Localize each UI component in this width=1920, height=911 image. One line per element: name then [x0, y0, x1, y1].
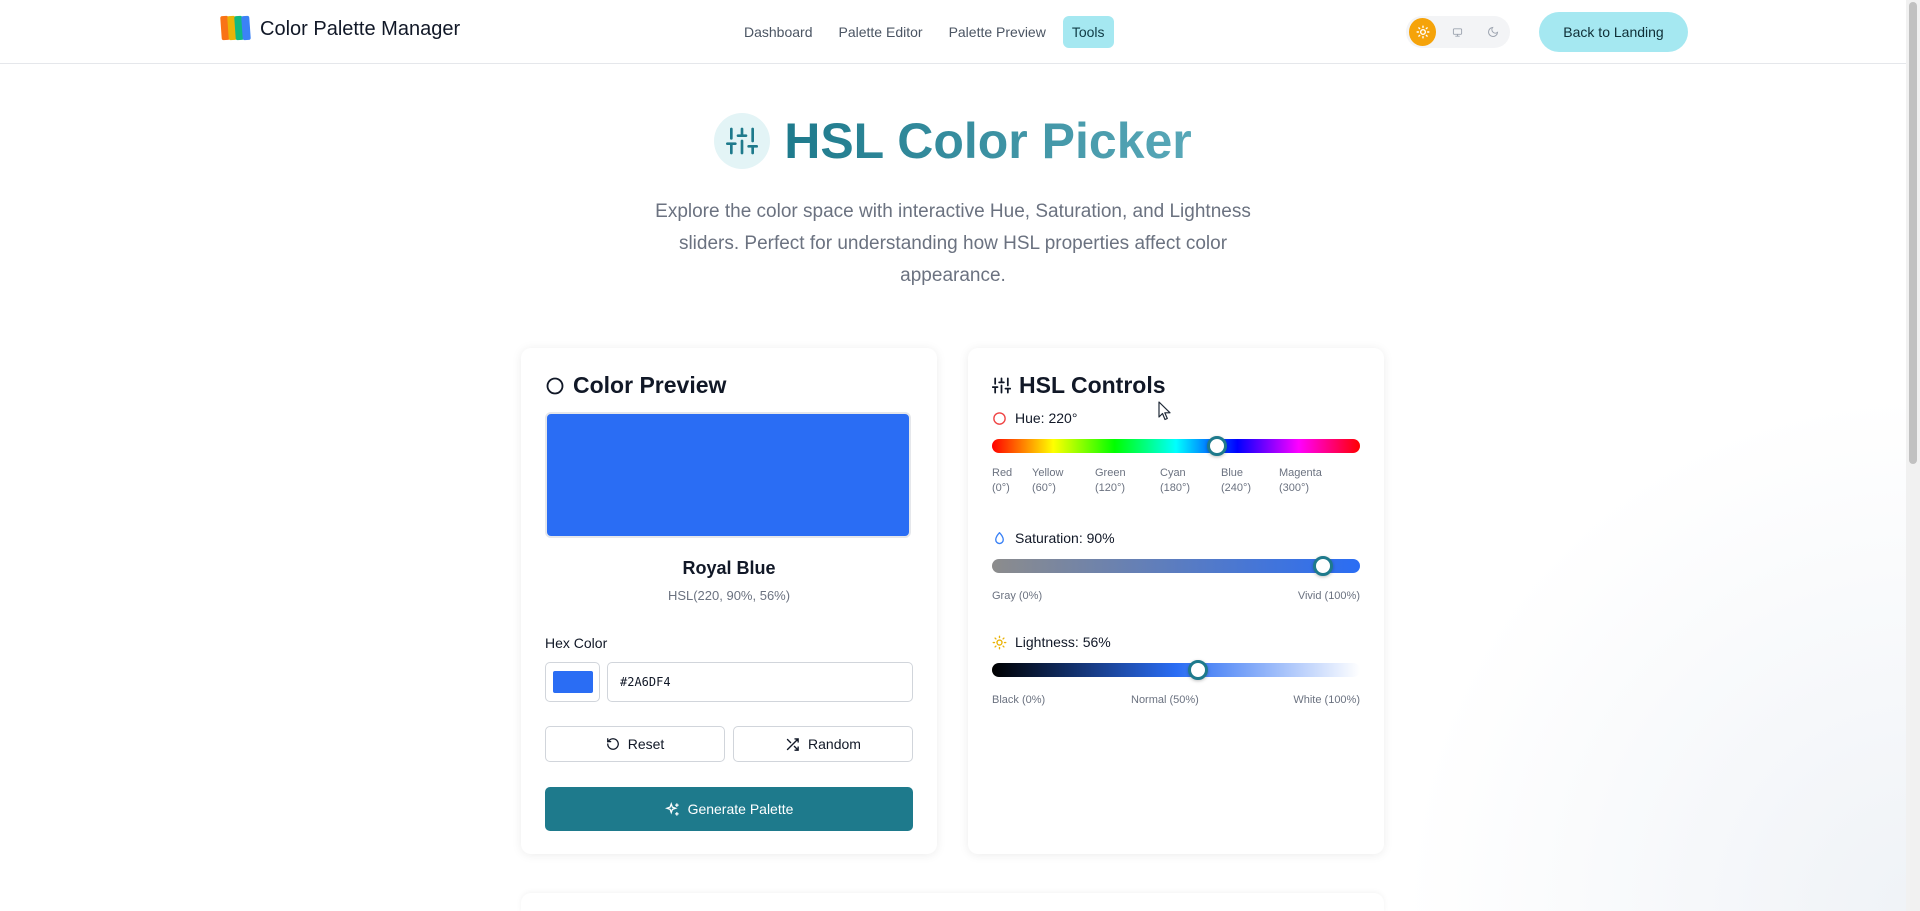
next-section-card	[521, 893, 1384, 911]
nav-tools[interactable]: Tools	[1062, 16, 1114, 48]
saturation-label-row: Saturation: 90%	[992, 530, 1115, 546]
lightness-slider-thumb[interactable]	[1188, 660, 1209, 680]
main-nav: Dashboard Palette Editor Palette Preview…	[735, 16, 1114, 48]
sliders-icon	[714, 113, 771, 169]
page-scrollbar[interactable]	[1906, 0, 1920, 911]
random-button[interactable]: Random	[733, 726, 913, 762]
theme-toggle	[1406, 16, 1510, 48]
palette-logo-icon	[220, 14, 252, 44]
nav-palette-editor[interactable]: Palette Editor	[830, 16, 932, 48]
hue-label-row: Hue: 220°	[992, 410, 1077, 426]
hex-input[interactable]	[607, 662, 913, 702]
hue-mark-magenta: Magenta (300°)	[1279, 467, 1322, 494]
color-preview-title: Color Preview	[573, 372, 727, 398]
generate-palette-label: Generate Palette	[687, 801, 794, 817]
nav-palette-preview[interactable]: Palette Preview	[940, 16, 1055, 48]
page-title: HSL Color Picker	[784, 113, 1192, 169]
lightness-label: Lightness: 56%	[1015, 634, 1111, 650]
random-label: Random	[808, 736, 861, 752]
color-hsl-value: HSL(220, 90%, 56%)	[667, 588, 791, 603]
dark-theme-button[interactable]	[1480, 18, 1507, 46]
generate-palette-button[interactable]: Generate Palette	[545, 787, 913, 831]
hsl-controls-title: HSL Controls	[1019, 372, 1166, 398]
hue-scale-marks: Red (0°) Yellow (60°) Green (120°) Cyan (180…	[992, 466, 1360, 498]
hue-mark-red: Red (0°)	[992, 467, 1013, 494]
back-to-landing-button[interactable]: Back to Landing	[1539, 12, 1688, 52]
saturation-slider-thumb[interactable]	[1313, 556, 1334, 576]
lightness-mid-label: Normal (50%)	[1131, 694, 1199, 706]
shuffle-icon	[786, 737, 799, 751]
page-subtitle: Explore the color space with interactive…	[655, 201, 1251, 286]
color-swatch	[545, 412, 911, 538]
saturation-label: Saturation: 90%	[1015, 530, 1115, 546]
hue-slider-thumb[interactable]	[1206, 436, 1227, 456]
rotate-ccw-icon	[606, 738, 619, 750]
saturation-slider[interactable]	[992, 556, 1360, 576]
scrollbar-thumb[interactable]	[1909, 2, 1917, 464]
mouse-cursor-icon	[1158, 401, 1171, 421]
brand[interactable]: Color Palette Manager	[220, 14, 460, 44]
lightness-min-label: Black (0%)	[992, 694, 1046, 706]
color-name: Royal Blue	[682, 558, 776, 578]
top-navbar: Color Palette Manager Dashboard Palette …	[0, 0, 1906, 64]
sparkles-icon	[664, 801, 679, 816]
system-theme-button[interactable]	[1444, 18, 1471, 46]
monitor-icon	[1453, 27, 1463, 37]
hue-mark-yellow: Yellow (60°)	[1032, 467, 1064, 494]
hue-mark-cyan: Cyan (180°)	[1160, 467, 1191, 494]
sun-icon	[992, 635, 1007, 649]
sliders-icon	[992, 377, 1011, 394]
hero-header: HSL Color Picker	[0, 112, 1906, 170]
reset-label: Reset	[627, 736, 665, 752]
hsl-controls-heading: HSL Controls	[992, 372, 1166, 399]
hue-slider[interactable]	[992, 436, 1360, 456]
brand-title: Color Palette Manager	[260, 17, 461, 40]
saturation-max-label: Vivid (100%)	[1297, 590, 1360, 602]
hex-color-label: Hex Color	[545, 635, 608, 651]
light-theme-button[interactable]	[1409, 18, 1437, 46]
color-preview-card: Color Preview Royal Blue HSL(220, 90%, 5…	[521, 348, 937, 854]
sun-icon	[1416, 25, 1430, 39]
hue-mark-green: Green (120°)	[1095, 467, 1126, 494]
background-fade	[1400, 391, 1920, 911]
circle-icon	[546, 377, 564, 394]
hue-mark-blue: Blue (240°)	[1221, 467, 1252, 494]
reset-button[interactable]: Reset	[545, 726, 725, 762]
saturation-min-label: Gray (0%)	[992, 590, 1043, 602]
lightness-slider[interactable]	[992, 660, 1360, 680]
moon-icon	[1488, 26, 1499, 37]
hue-label: Hue: 220°	[1015, 410, 1078, 426]
lightness-label-row: Lightness: 56%	[992, 634, 1111, 650]
color-preview-heading: Color Preview	[545, 372, 726, 399]
hsl-controls-card: HSL Controls Hue: 220° Red (0°) Yellow (60…	[968, 348, 1384, 854]
hue-circle-icon	[993, 411, 1006, 425]
nav-dashboard[interactable]: Dashboard	[735, 16, 822, 48]
droplet-icon	[995, 531, 1004, 544]
color-picker-swatch	[552, 671, 593, 693]
lightness-max-label: White (100%)	[1293, 694, 1360, 706]
native-color-picker[interactable]	[545, 662, 600, 702]
